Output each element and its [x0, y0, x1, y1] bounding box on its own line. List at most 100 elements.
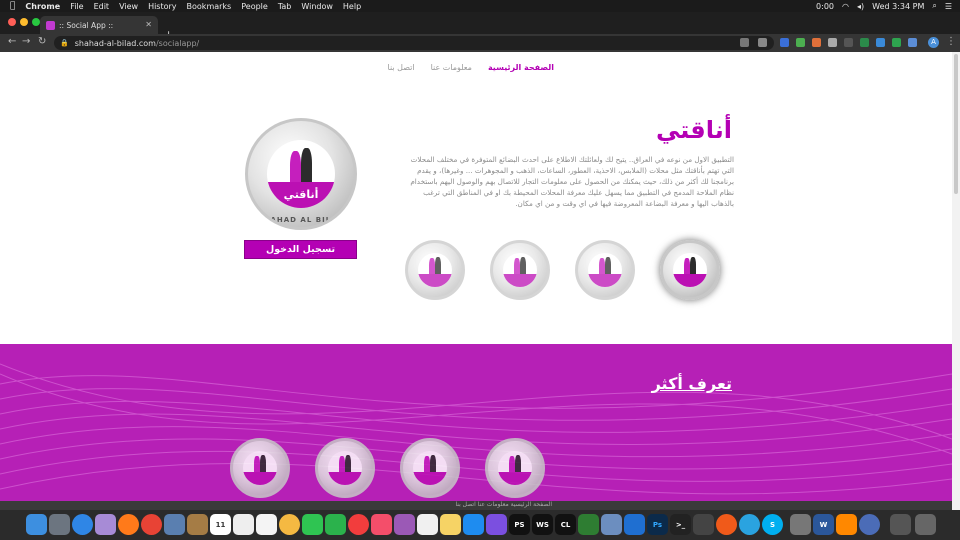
skype-icon[interactable]: S — [762, 514, 783, 535]
clion-icon[interactable]: CL — [555, 514, 576, 535]
back-icon[interactable]: ← — [8, 36, 16, 47]
vscode-icon[interactable] — [624, 514, 645, 535]
extension-icon[interactable] — [828, 38, 837, 47]
music-icon[interactable] — [371, 514, 392, 535]
dock: 11 PS WS CL Ps >_ S W — [0, 510, 960, 540]
messages-icon[interactable] — [325, 514, 346, 535]
photoshop-icon[interactable]: Ps — [647, 514, 668, 535]
trash-icon[interactable] — [915, 514, 936, 535]
bookmark-star-icon[interactable] — [758, 38, 767, 47]
books-icon[interactable] — [417, 514, 438, 535]
extension-icon[interactable] — [860, 38, 869, 47]
downloads-icon[interactable] — [890, 514, 911, 535]
page-footer: الصفحة الرئيسية معلومات عنا اتصل بنا — [0, 501, 952, 510]
app-screenshot-thumbnail[interactable] — [575, 240, 635, 300]
reminders-icon[interactable] — [256, 514, 277, 535]
app-screenshot-thumbnail[interactable] — [405, 240, 465, 300]
activity-monitor-icon[interactable] — [693, 514, 714, 535]
apple-icon[interactable]:  — [10, 1, 15, 11]
menu-history[interactable]: History — [148, 2, 176, 11]
reload-icon[interactable]: ↻ — [38, 36, 46, 47]
url-path: /socialapp/ — [155, 38, 200, 48]
page-scrollbar[interactable] — [952, 52, 960, 510]
webstorm-icon[interactable]: WS — [532, 514, 553, 535]
menu-tab[interactable]: Tab — [278, 2, 292, 11]
control-center-icon[interactable]: ☰ — [945, 2, 952, 11]
telegram-icon[interactable] — [739, 514, 760, 535]
extension-icon[interactable] — [876, 38, 885, 47]
extension-icon[interactable] — [908, 38, 917, 47]
stickies-icon[interactable] — [440, 514, 461, 535]
app-icon[interactable] — [95, 514, 116, 535]
extension-icon[interactable] — [844, 38, 853, 47]
calendar-icon[interactable]: 11 — [210, 514, 231, 535]
close-tab-icon[interactable]: ✕ — [145, 20, 152, 29]
profile-avatar[interactable]: A — [928, 37, 939, 48]
finder-icon[interactable] — [26, 514, 47, 535]
extension-icon[interactable] — [780, 38, 789, 47]
menu-help[interactable]: Help — [343, 2, 361, 11]
photos-icon[interactable] — [279, 514, 300, 535]
chrome-menu-icon[interactable]: ⋮ — [946, 36, 956, 47]
launchpad-icon[interactable] — [49, 514, 70, 535]
menu-window[interactable]: Window — [301, 2, 333, 11]
menu-people[interactable]: People — [241, 2, 268, 11]
nav-home[interactable]: الصفحة الرئيسية — [488, 63, 554, 72]
nav-contact[interactable]: اتصل بنا — [388, 63, 415, 72]
instruments-icon[interactable] — [486, 514, 507, 535]
minimize-window-icon[interactable] — [20, 18, 28, 26]
news-icon[interactable] — [348, 514, 369, 535]
address-bar[interactable]: 🔒 shahad-al-bilad.com/socialapp/ — [54, 36, 774, 50]
scrollbar-thumb[interactable] — [954, 54, 958, 194]
volume-icon[interactable]: ◂) — [857, 2, 864, 11]
app-screenshot-thumbnail[interactable] — [490, 240, 550, 300]
feature-logo — [485, 438, 545, 498]
safari-icon[interactable] — [72, 514, 93, 535]
extension-icon[interactable] — [892, 38, 901, 47]
notes-icon[interactable] — [187, 514, 208, 535]
chrome-icon[interactable] — [141, 514, 162, 535]
login-button[interactable]: تسجيل الدخول — [244, 240, 357, 259]
app-description: التطبيق الاول من نوعه في العراق.. يتيح ل… — [410, 155, 734, 208]
key-icon[interactable] — [740, 38, 749, 47]
contacts-icon[interactable] — [233, 514, 254, 535]
logo-ring-text: SHAHAD AL BILAD — [257, 216, 345, 224]
phpstorm-icon[interactable]: PS — [509, 514, 530, 535]
podcasts-icon[interactable] — [394, 514, 415, 535]
browser-toolbar: ← → ↻ 🔒 shahad-al-bilad.com/socialapp/ A… — [0, 34, 960, 52]
facetime-icon[interactable] — [302, 514, 323, 535]
firefox-icon[interactable] — [118, 514, 139, 535]
folder-icon[interactable] — [790, 514, 811, 535]
tab-title: :: Social App :: — [59, 20, 114, 30]
extension-icon[interactable] — [812, 38, 821, 47]
menu-bookmarks[interactable]: Bookmarks — [187, 2, 232, 11]
android-studio-icon[interactable] — [578, 514, 599, 535]
wifi-icon[interactable]: ◠ — [842, 2, 849, 11]
close-window-icon[interactable] — [8, 18, 16, 26]
word-icon[interactable]: W — [813, 514, 834, 535]
search-icon[interactable]: ⌕ — [932, 1, 936, 11]
extension-icon[interactable] — [796, 38, 805, 47]
terminal-icon[interactable]: >_ — [670, 514, 691, 535]
clock[interactable]: Wed 3:34 PM — [872, 2, 924, 11]
feature-logo — [315, 438, 375, 498]
menu-edit[interactable]: Edit — [94, 2, 110, 11]
app-icon[interactable] — [859, 514, 880, 535]
app-screenshot-thumbnail[interactable] — [660, 240, 720, 300]
xcode-icon[interactable] — [601, 514, 622, 535]
forward-icon[interactable]: → — [22, 36, 30, 47]
postman-icon[interactable] — [716, 514, 737, 535]
menu-app-name[interactable]: Chrome — [25, 2, 60, 11]
menu-view[interactable]: View — [119, 2, 138, 11]
preview-icon[interactable] — [164, 514, 185, 535]
nav-about[interactable]: معلومات عنا — [431, 63, 472, 72]
battery-text[interactable]: 0:00 — [816, 2, 834, 11]
browser-tab[interactable]: :: Social App :: ✕ — [40, 16, 158, 34]
zoom-window-icon[interactable] — [32, 18, 40, 26]
menu-file[interactable]: File — [70, 2, 83, 11]
logo-caption: أناقتي — [283, 188, 319, 202]
footer-links[interactable]: الصفحة الرئيسية معلومات عنا اتصل بنا — [455, 501, 552, 508]
app-store-icon[interactable] — [463, 514, 484, 535]
vlc-icon[interactable] — [836, 514, 857, 535]
web-page: الصفحة الرئيسية معلومات عنا اتصل بنا أنا… — [0, 52, 952, 510]
